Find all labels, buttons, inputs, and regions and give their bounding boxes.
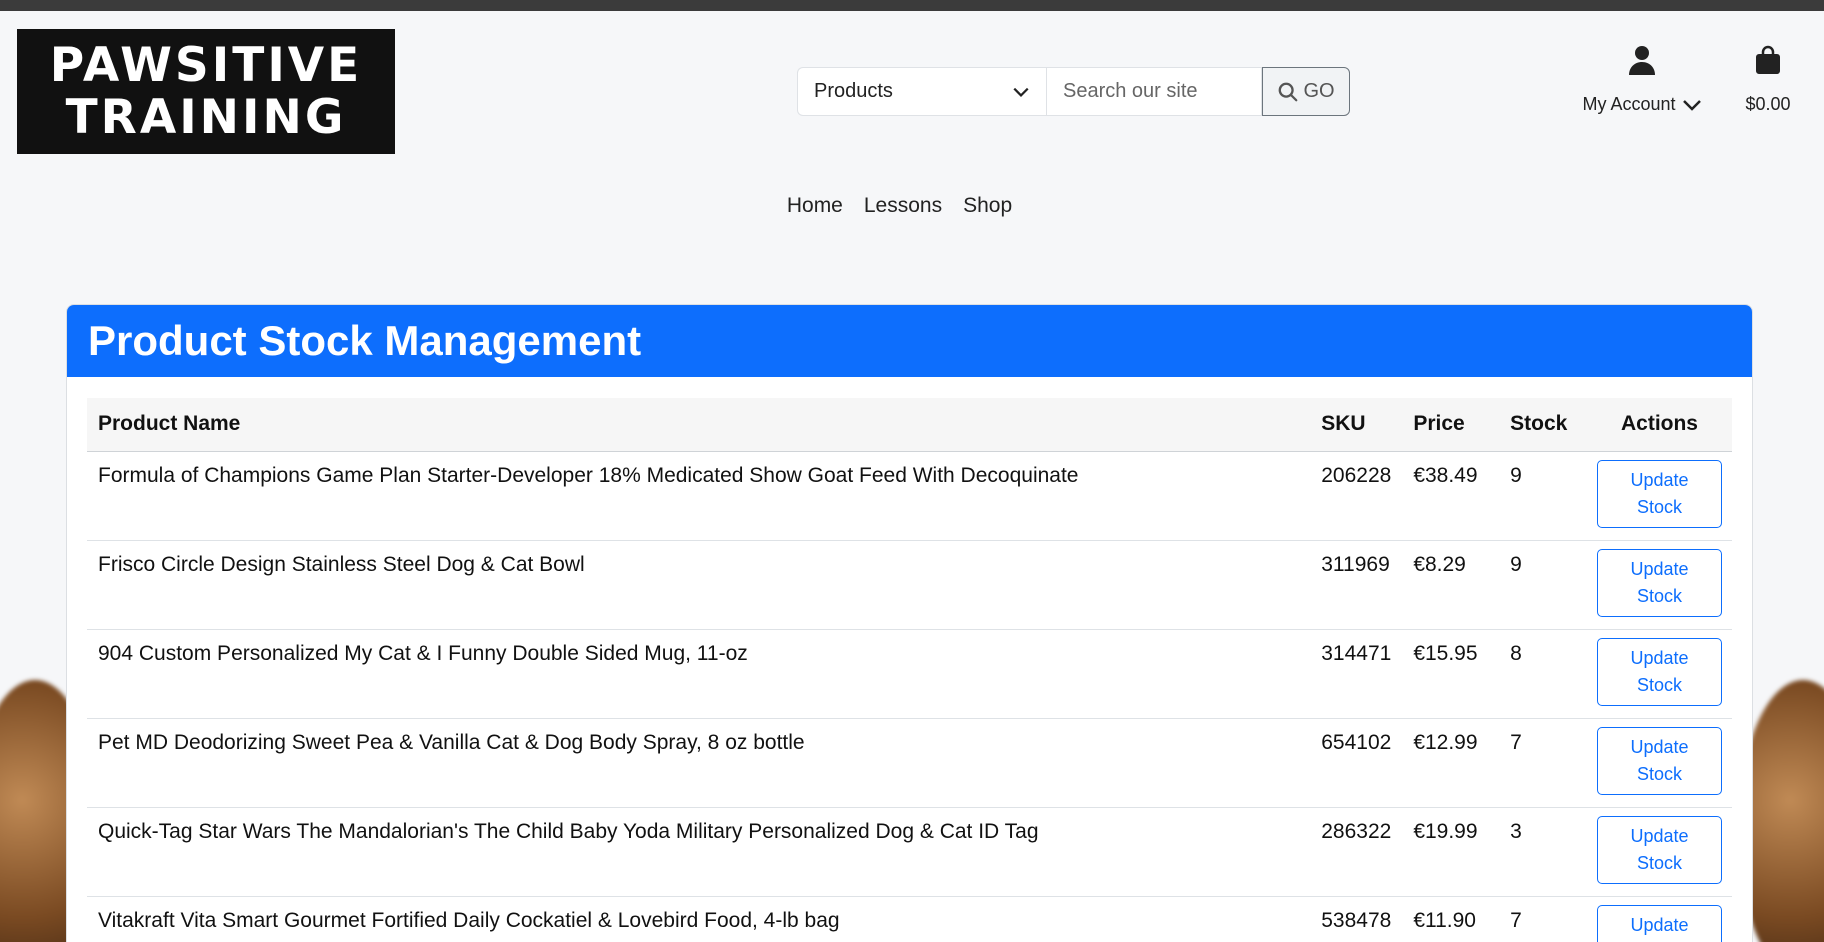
product-stock: 7 [1499,896,1587,942]
product-sku: 206228 [1310,451,1403,541]
product-stock: 9 [1499,540,1587,630]
category-selected-value: Products [814,80,893,102]
product-name: Frisco Circle Design Stainless Steel Dog… [87,540,1311,630]
product-sku: 311969 [1310,540,1403,630]
search-go-label: GO [1303,80,1335,102]
product-sku: 286322 [1310,807,1403,897]
cart-link[interactable]: $0.00 [1740,45,1796,115]
product-price: €19.99 [1402,807,1500,897]
product-name: 904 Custom Personalized My Cat & I Funny… [87,629,1311,719]
product-stock: 9 [1499,451,1587,541]
table-row: Vitakraft Vita Smart Gourmet Fortified D… [87,896,1732,942]
product-stock: 8 [1499,629,1587,719]
search-input[interactable] [1046,67,1262,116]
product-price: €38.49 [1402,451,1500,541]
site-logo[interactable]: PAWSITIVE TRAINING [17,29,395,154]
logo-text: PAWSITIVE TRAINING [49,37,363,145]
product-name: Pet MD Deodorizing Sweet Pea & Vanilla C… [87,718,1311,808]
chevron-down-icon [1013,87,1029,97]
product-price: €15.95 [1402,629,1500,719]
column-header-product-name: Product Name [87,398,1311,452]
product-sku: 538478 [1310,896,1403,942]
table-row: Pet MD Deodorizing Sweet Pea & Vanilla C… [87,718,1732,808]
product-price: €12.99 [1402,718,1500,808]
column-header-stock: Stock [1499,398,1587,452]
product-stock: 3 [1499,807,1587,897]
my-account-menu[interactable]: My Account [1579,45,1705,115]
product-sku: 654102 [1310,718,1403,808]
product-name: Quick-Tag Star Wars The Mandalorian's Th… [87,807,1311,897]
category-select[interactable]: Products [797,67,1046,116]
product-name: Formula of Champions Game Plan Starter-D… [87,451,1311,541]
product-sku: 314471 [1310,629,1403,719]
column-header-actions: Actions [1587,398,1732,452]
panel-header: Product Stock Management [67,305,1752,377]
stock-management-panel: Product Stock Management Product Name SK… [66,304,1753,942]
product-price: €8.29 [1402,540,1500,630]
search-go-button[interactable]: GO [1262,67,1350,116]
browser-top-strip [0,0,1824,11]
search-icon [1279,82,1298,101]
my-account-label: My Account [1582,94,1676,114]
product-name: Vitakraft Vita Smart Gourmet Fortified D… [87,896,1311,942]
user-icon [1629,46,1655,75]
search-bar: Products GO [797,67,1350,116]
stock-table: Product Name SKU Price Stock Actions For… [87,398,1732,942]
update-stock-button[interactable]: Update Stock [1597,459,1722,528]
column-header-price: Price [1402,398,1500,452]
table-row: Formula of Champions Game Plan Starter-D… [87,451,1732,541]
table-row: 904 Custom Personalized My Cat & I Funny… [87,629,1732,719]
cart-total: $0.00 [1745,94,1791,114]
table-header-row: Product Name SKU Price Stock Actions [87,398,1732,452]
product-stock: 7 [1499,718,1587,808]
main-nav: Home Lessons Shop [0,194,1824,218]
update-stock-button[interactable]: Update Stock [1597,637,1722,706]
chevron-down-icon [1682,99,1701,111]
nav-shop[interactable]: Shop [963,194,1012,218]
column-header-sku: SKU [1310,398,1403,452]
product-price: €11.90 [1402,896,1500,942]
shopping-bag-icon [1756,45,1780,74]
update-stock-button[interactable]: Update Stock [1597,726,1722,795]
nav-lessons[interactable]: Lessons [864,194,942,218]
update-stock-button[interactable]: Update Stock [1597,815,1722,884]
table-row: Quick-Tag Star Wars The Mandalorian's Th… [87,807,1732,897]
page-title: Product Stock Management [88,317,642,364]
update-stock-button[interactable]: Update Stock [1597,548,1722,617]
nav-home[interactable]: Home [787,194,843,218]
table-row: Frisco Circle Design Stainless Steel Dog… [87,540,1732,630]
update-stock-button[interactable]: Update Stock [1597,904,1722,942]
